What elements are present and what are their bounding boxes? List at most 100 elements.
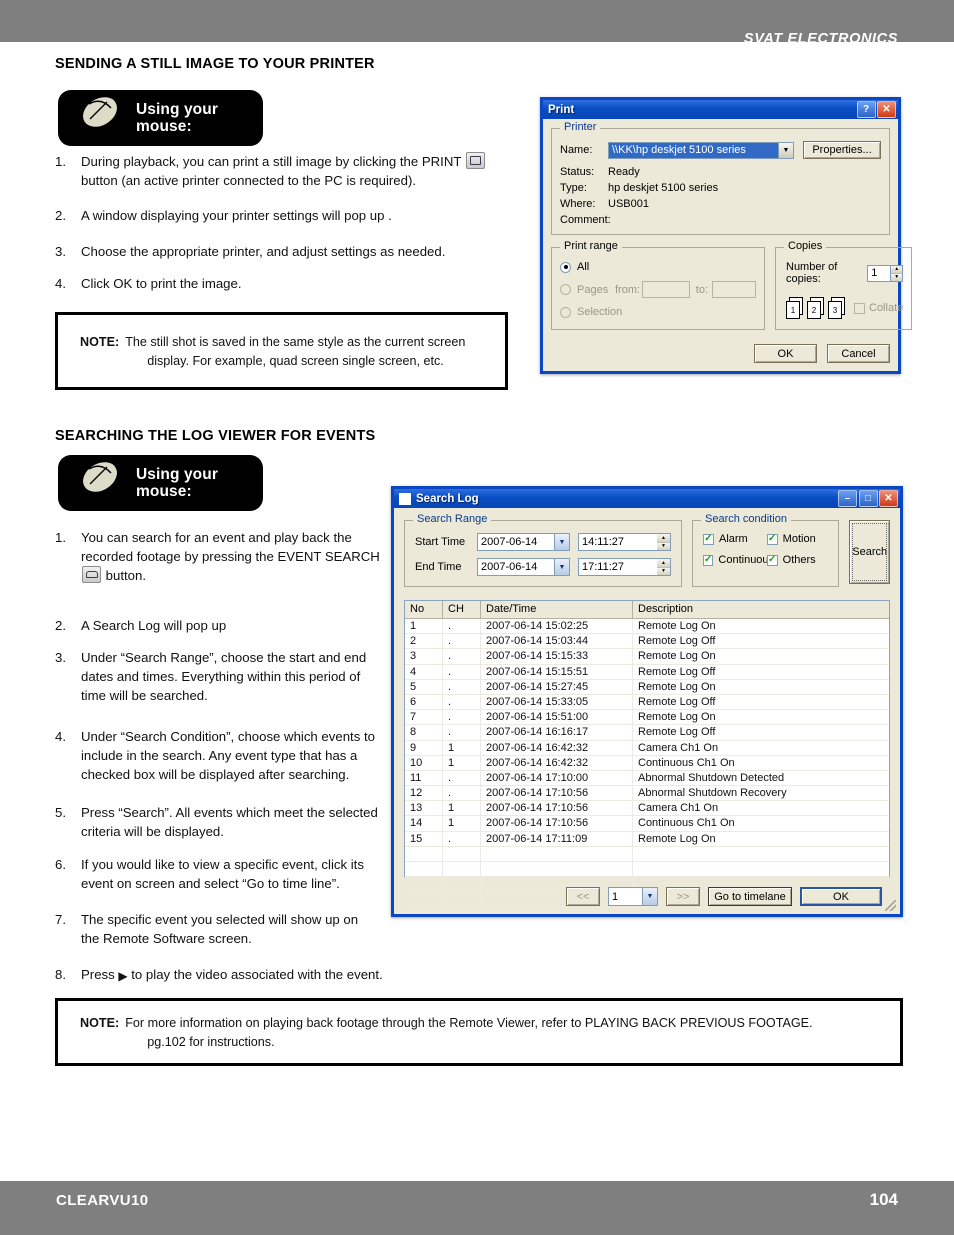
prev-page-button[interactable]: << — [566, 887, 600, 906]
list-item: 2. A window displaying your printer sett… — [55, 206, 495, 225]
table-row[interactable]: 1. 2007-06-14 15:02:25 Remote Log On — [405, 619, 889, 635]
check-icon: ✓ — [704, 533, 713, 544]
chevron-down-icon[interactable]: ▼ — [642, 887, 658, 906]
step-text-line-2: button (an active printer connected to t… — [81, 173, 416, 189]
step-number: 4. — [55, 729, 66, 744]
table-row[interactable]: 7. 2007-06-14 15:51:00 Remote Log On — [405, 710, 889, 726]
search-log-titlebar[interactable]: Search Log – □ ✕ — [394, 489, 900, 508]
search-condition-label: Search condition — [701, 513, 791, 525]
checkbox-alarm[interactable]: ✓ Alarm — [703, 533, 767, 545]
collate-checkbox[interactable] — [854, 302, 865, 314]
table-row[interactable]: 10 1 2007-06-14 16:42:32 Continuous Ch1 On — [405, 755, 889, 771]
maximize-icon[interactable]: □ — [858, 490, 878, 507]
end-date-input[interactable]: 2007-06-14 — [477, 558, 554, 576]
table-row[interactable]: 4. 2007-06-14 15:15:51 Remote Log Off — [405, 664, 889, 680]
cell-ch: . — [443, 694, 481, 710]
mouse-icon — [58, 455, 136, 511]
step-line-1: Under “Search Condition”, choose which e… — [81, 729, 375, 744]
go-to-timelane-button[interactable]: Go to timelane — [708, 887, 792, 906]
event-search-icon[interactable] — [82, 566, 101, 584]
step-text-part-a: During playback, you can print a still i… — [81, 154, 465, 169]
table-row[interactable]: 15. 2007-06-14 17:11:09 Remote Log On — [405, 831, 889, 847]
checkbox-box: ✓ — [703, 533, 714, 545]
close-icon[interactable]: ✕ — [877, 101, 896, 118]
checkbox-continuous[interactable]: ✓ Continuous — [703, 554, 774, 566]
radio-all[interactable] — [560, 261, 571, 273]
cell-ch: . — [443, 725, 481, 740]
cell-datetime: 2007-06-14 15:27:45 — [481, 679, 633, 694]
table-row[interactable]: 11. 2007-06-14 17:10:00 Abnormal Shutdown … — [405, 770, 889, 787]
cell-datetime: 2007-06-14 16:42:32 — [481, 755, 633, 770]
radio-selection[interactable] — [560, 306, 571, 318]
table-row[interactable]: 8. 2007-06-14 16:16:17 Remote Log Off — [405, 725, 889, 741]
step-number: 5. — [55, 805, 66, 820]
list-item: 3. Under “Search Range”, choose the star… — [55, 648, 385, 705]
resize-grip[interactable] — [885, 900, 896, 911]
end-time-stepper[interactable]: ▲ ▼ — [657, 558, 671, 576]
page-input[interactable]: 1 — [608, 887, 642, 906]
list-item: 1. You can search for an event and play … — [55, 528, 385, 585]
chevron-down-icon[interactable]: ▼ — [778, 141, 794, 159]
cell-empty — [443, 892, 481, 907]
copies-stepper[interactable]: ▲ ▼ — [891, 264, 904, 282]
properties-button[interactable]: Properties... — [803, 141, 881, 159]
cell-ch: . — [443, 664, 481, 679]
cell-no: 2 — [405, 634, 443, 649]
cell-datetime: 2007-06-14 17:11:09 — [481, 831, 633, 846]
search-button[interactable]: Search — [849, 520, 890, 584]
printer-name-select[interactable]: \\KK\hp deskjet 5100 series — [608, 141, 778, 159]
checkbox-others[interactable]: ✓ Others — [766, 554, 831, 566]
next-page-button[interactable]: >> — [666, 887, 700, 906]
chevron-down-icon[interactable]: ▼ — [554, 533, 570, 551]
start-time-stepper[interactable]: ▲ ▼ — [657, 533, 671, 551]
radio-pages[interactable] — [560, 284, 571, 295]
end-time-input[interactable]: 17:11:27 — [578, 558, 657, 576]
collate-label: Collate — [869, 302, 904, 314]
table-row[interactable]: 14 1 2007-06-14 17:10:56 Continuous Ch1 On — [405, 816, 889, 832]
table-row[interactable]: 3. 2007-06-14 15:15:33 Remote Log On — [405, 649, 889, 665]
ok-button[interactable]: OK — [800, 887, 882, 906]
mouse-icon — [58, 90, 136, 146]
minimize-icon[interactable]: – — [838, 490, 857, 507]
step-line-3: checked box will be displayed after sear… — [81, 767, 350, 783]
step-number: 8. — [55, 967, 66, 982]
chevron-down-icon[interactable]: ▼ — [554, 558, 570, 576]
cell-datetime: 2007-06-14 17:10:56 — [481, 786, 633, 801]
cell-datetime: 2007-06-14 15:51:00 — [481, 710, 633, 725]
brand-name: SVAT ELECTRONICS — [743, 31, 898, 47]
copies-input[interactable]: 1 — [867, 264, 892, 282]
print-icon[interactable] — [465, 152, 485, 169]
table-row[interactable]: 12. 2007-06-14 17:10:56 Abnormal Shutdown … — [405, 786, 889, 802]
print-dialog-titlebar[interactable]: Print ? ✕ — [543, 100, 898, 119]
step-text: The specific event you selected will sho… — [81, 910, 358, 948]
checkbox-box: ✓ — [703, 554, 714, 566]
window-icon — [399, 492, 411, 505]
start-date-input[interactable]: 2007-06-14 — [477, 533, 554, 551]
table-row[interactable]: 2. 2007-06-14 15:03:44 Remote Log Off — [405, 634, 889, 650]
cancel-button[interactable]: Cancel — [827, 344, 890, 363]
note-box-print: NOTE: The still shot is saved in the sam… — [55, 312, 508, 390]
table-row[interactable]: 6. 2007-06-14 15:33:05 Remote Log Off — [405, 694, 889, 711]
cell-no: 12 — [405, 786, 443, 801]
step-number: 6. — [55, 857, 66, 872]
table-row[interactable]: 13 1 2007-06-14 17:10:56 Camera Ch1 On — [405, 801, 889, 817]
cell-description: Remote Log On — [638, 711, 716, 724]
start-time-input[interactable]: 14:11:27 — [578, 533, 657, 551]
cell-description: Camera Ch1 On — [638, 802, 719, 815]
ok-button[interactable]: OK — [754, 344, 817, 363]
name-label: Name: — [560, 144, 593, 156]
table-row[interactable]: 9 1 2007-06-14 16:42:32 Camera Ch1 On — [405, 740, 889, 756]
badge-text: Using your mouse: — [136, 466, 218, 501]
status-value: Ready — [608, 166, 640, 178]
close-icon[interactable]: ✕ — [879, 490, 898, 507]
cell-datetime: 2007-06-14 16:42:32 — [481, 740, 633, 755]
badge-text: Using your mouse: — [136, 101, 218, 136]
checkbox-motion[interactable]: ✓ Motion — [766, 533, 831, 545]
from-input[interactable] — [642, 281, 690, 298]
table-row[interactable]: 5. 2007-06-14 15:27:45 Remote Log On — [405, 679, 889, 695]
to-input[interactable] — [712, 281, 756, 298]
log-table[interactable]: No CH Date/Time Description 1. 2007-06-14… — [404, 600, 890, 908]
cell-datetime: 2007-06-14 17:10:56 — [481, 816, 633, 831]
cell-no: 4 — [405, 664, 443, 679]
help-button[interactable]: ? — [856, 101, 876, 118]
